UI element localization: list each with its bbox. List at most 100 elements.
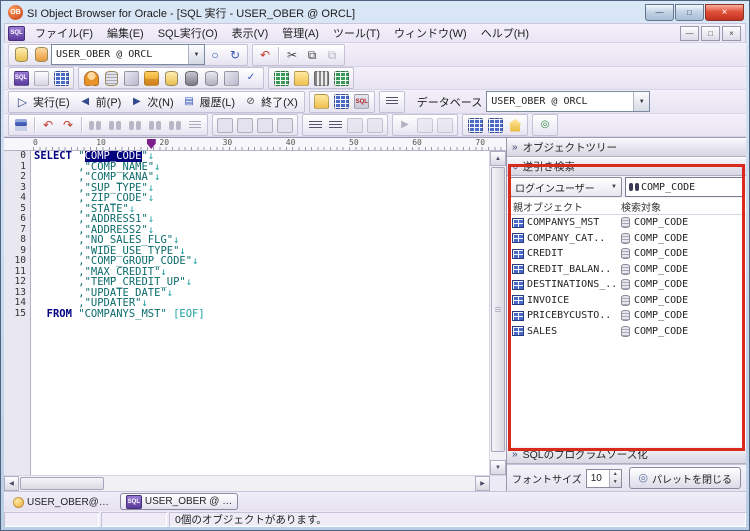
cut-button[interactable]: ✂ xyxy=(282,46,302,64)
window-tile-button[interactable] xyxy=(485,116,505,134)
menu-item-edit[interactable]: 編集(E) xyxy=(100,24,151,42)
result-grid-button[interactable] xyxy=(332,93,352,111)
new-connection-button[interactable] xyxy=(11,46,31,64)
undo-button[interactable]: ↶ xyxy=(255,46,275,64)
horizontal-scrollbar[interactable]: ◀ ▶ xyxy=(4,475,506,491)
close-palette-button[interactable]: ◎ パレットを閉じる xyxy=(629,467,741,489)
result-row[interactable]: COMPANYS_MST COMP_CODE xyxy=(507,215,746,231)
menu-item-manage[interactable]: 管理(A) xyxy=(275,24,326,42)
session-monitor-button[interactable]: ✓ xyxy=(241,69,261,87)
uncomment-button[interactable] xyxy=(365,116,385,134)
bookmark-button[interactable]: ▶ xyxy=(395,116,415,134)
mdi-close-button[interactable]: × xyxy=(722,25,741,41)
home-button[interactable] xyxy=(505,116,525,134)
redo-edit-button[interactable]: ↷ xyxy=(58,116,78,134)
server-button[interactable] xyxy=(121,69,141,87)
close-connection-button[interactable] xyxy=(31,46,51,64)
hankaku-button[interactable] xyxy=(275,116,295,134)
restore-button[interactable]: □ xyxy=(675,4,704,21)
result-row[interactable]: CREDIT COMP_CODE xyxy=(507,246,746,262)
zenkaku-button[interactable] xyxy=(255,116,275,134)
er-diagram-button[interactable] xyxy=(331,69,351,87)
object-tree-header[interactable]: » オブジェクトツリー xyxy=(507,138,746,157)
ruler-marker[interactable] xyxy=(146,139,156,149)
prev-button[interactable]: ◀ 前(P) xyxy=(74,93,126,111)
tablespace-button[interactable] xyxy=(101,69,121,87)
scroll-right-button[interactable]: ▶ xyxy=(475,476,490,491)
result-row[interactable]: SALES COMP_CODE xyxy=(507,324,746,340)
recycle-bin-button[interactable] xyxy=(271,69,291,87)
find-button[interactable] xyxy=(85,116,105,134)
scroll-down-button[interactable]: ▼ xyxy=(490,460,506,475)
open-file-button[interactable] xyxy=(312,93,332,111)
export-button[interactable] xyxy=(291,69,311,87)
result-row[interactable]: INVOICE COMP_CODE xyxy=(507,293,746,309)
menu-item-help[interactable]: ヘルプ(H) xyxy=(474,24,536,42)
scope-dropdown-button[interactable]: ログインユーザー ▼ xyxy=(510,177,622,197)
sql-code-area[interactable]: 0 SELECT "COMP_CODE"↓ 1 ,"COMP_NAME"↓ 2 … xyxy=(4,151,489,475)
database-combobox-dropdown[interactable]: ▼ xyxy=(633,92,650,111)
next-button[interactable]: ▶ 次(N) xyxy=(125,93,177,111)
settings-button[interactable]: ◎ xyxy=(535,116,555,134)
result-row[interactable]: COMPANY_CAT.. COMP_CODE xyxy=(507,231,746,247)
refresh-button[interactable]: ↻ xyxy=(225,46,245,64)
font-size-stepper[interactable]: 10 ▲ ▼ xyxy=(585,468,622,488)
sql-format-button[interactable]: SQL xyxy=(352,93,372,111)
find-next-button[interactable] xyxy=(105,116,125,134)
menu-item-file[interactable]: ファイル(F) xyxy=(28,24,100,42)
jump-button[interactable] xyxy=(185,116,205,134)
sql-to-source-header[interactable]: » SQLのプログラムソース化 xyxy=(507,445,746,464)
scroll-up-button[interactable]: ▲ xyxy=(490,151,506,166)
bookmark-prev-button[interactable] xyxy=(435,116,455,134)
session-combobox-dropdown[interactable]: ▼ xyxy=(188,45,204,64)
result-row[interactable]: DESTINATIONS_.. COMP_CODE xyxy=(507,277,746,293)
datafile-button[interactable] xyxy=(161,69,181,87)
indent-button[interactable] xyxy=(305,116,325,134)
case-upper-button[interactable] xyxy=(215,116,235,134)
search-input[interactable]: COMP_CODE xyxy=(625,177,743,197)
vertical-scrollbar[interactable]: ▲ ▼ xyxy=(489,151,506,475)
mdi-sql-icon[interactable]: SQL xyxy=(8,25,25,41)
terminate-button[interactable]: ⊘ 終了(X) xyxy=(239,93,302,111)
editor-line[interactable]: 15 FROM "COMPANYS_MST" [EOF] xyxy=(4,308,489,320)
result-row[interactable]: PRICEBYCUSTO.. COMP_CODE xyxy=(507,308,746,324)
history-button[interactable]: ▤ 履歴(L) xyxy=(178,93,239,111)
column-search-target[interactable]: 検索対象 xyxy=(621,199,661,214)
menu-item-tools[interactable]: ツール(T) xyxy=(326,24,387,42)
close-button[interactable]: × xyxy=(705,4,744,21)
find-prev-button[interactable] xyxy=(125,116,145,134)
tab-sql-window[interactable]: SQL USER_OBER @ … xyxy=(119,493,239,510)
sql-exec-button[interactable]: SQL xyxy=(11,69,31,87)
grep-button[interactable] xyxy=(165,116,185,134)
replace-button[interactable] xyxy=(145,116,165,134)
window-split-button[interactable] xyxy=(465,116,485,134)
mdi-restore-button[interactable]: □ xyxy=(701,25,720,41)
reverse-search-header[interactable]: » 逆引き検索 xyxy=(507,157,746,176)
scroll-left-button[interactable]: ◀ xyxy=(4,476,19,491)
vertical-scrollbar-thumb[interactable] xyxy=(491,167,505,452)
lock-button[interactable] xyxy=(141,69,161,87)
column-parent-object[interactable]: 親オブジェクト xyxy=(507,199,621,214)
package-button[interactable] xyxy=(221,69,241,87)
spin-up-icon[interactable]: ▲ xyxy=(610,470,621,479)
paste-button[interactable]: ⧉ xyxy=(322,46,342,64)
film-button[interactable] xyxy=(311,69,331,87)
undo-edit-button[interactable]: ↶ xyxy=(38,116,58,134)
copy-button[interactable]: ⧉ xyxy=(302,46,322,64)
spin-down-icon[interactable]: ▼ xyxy=(610,478,621,487)
minimize-button[interactable]: — xyxy=(645,4,674,21)
menu-item-window[interactable]: ウィンドウ(W) xyxy=(387,24,474,42)
tab-session-window[interactable]: USER_OBER@… xyxy=(8,495,114,510)
horizontal-scrollbar-thumb[interactable] xyxy=(20,477,104,490)
save-button[interactable] xyxy=(11,116,31,134)
redo-log-button[interactable] xyxy=(201,69,221,87)
comment-button[interactable] xyxy=(345,116,365,134)
database-combobox[interactable]: USER_OBER @ ORCL ▼ xyxy=(486,91,651,112)
script-button[interactable] xyxy=(31,69,51,87)
record-button[interactable]: ○ xyxy=(205,46,225,64)
menu-item-view[interactable]: 表示(V) xyxy=(225,24,276,42)
rollback-button[interactable] xyxy=(181,69,201,87)
outdent-button[interactable] xyxy=(325,116,345,134)
menu-item-sql-exec[interactable]: SQL実行(O) xyxy=(151,24,225,42)
table-data-button[interactable] xyxy=(51,69,71,87)
